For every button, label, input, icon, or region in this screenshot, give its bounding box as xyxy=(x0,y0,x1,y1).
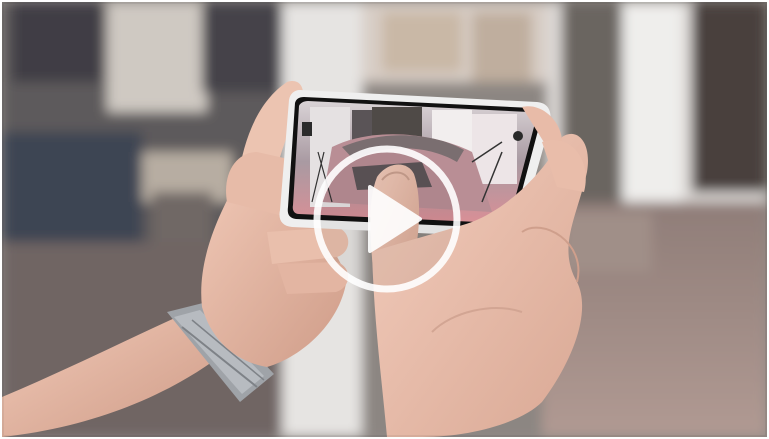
video-player[interactable] xyxy=(2,2,767,437)
play-button[interactable] xyxy=(312,144,462,294)
video-frame xyxy=(0,0,769,439)
